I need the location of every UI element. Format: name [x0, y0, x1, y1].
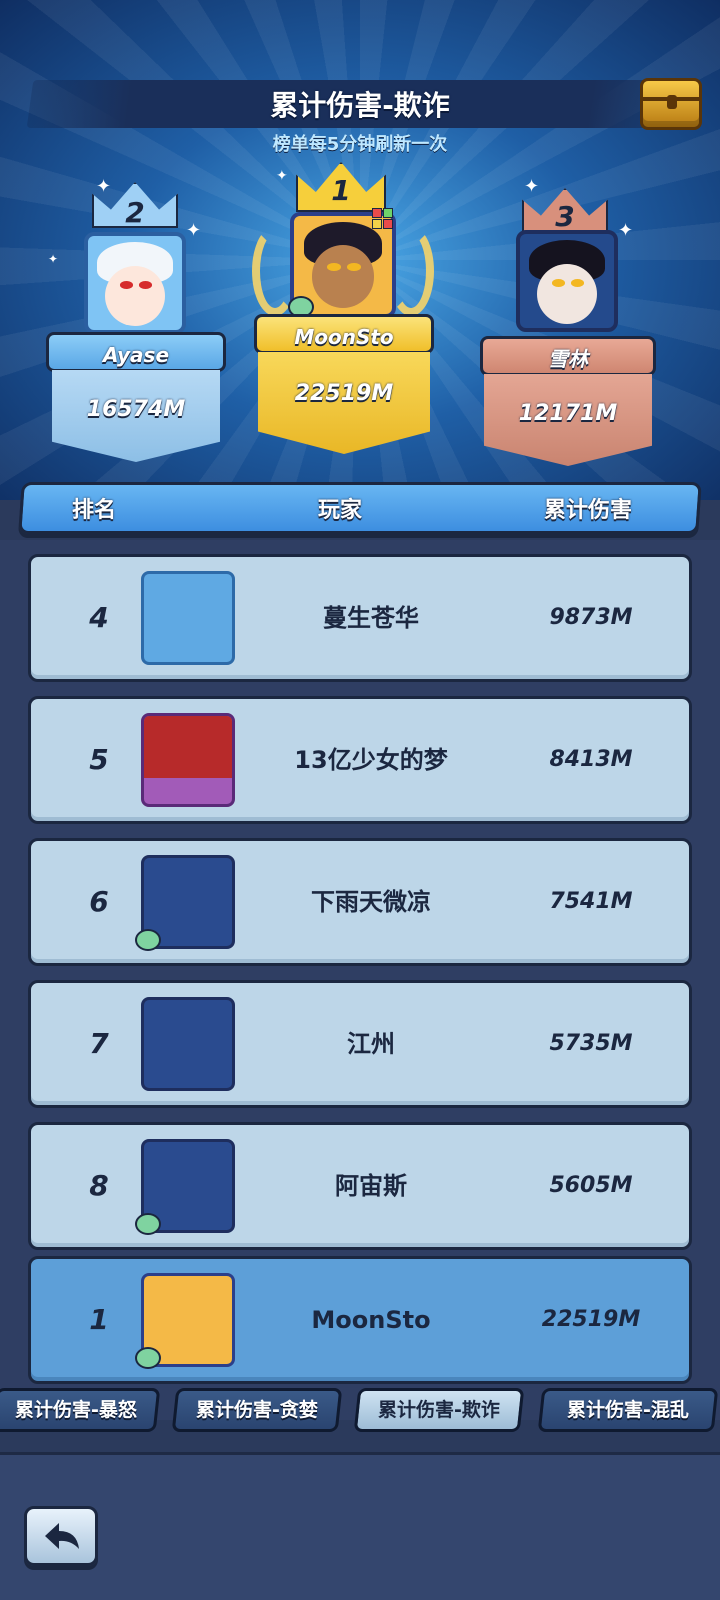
refresh-note: 榜单每5分钟刷新一次 — [272, 134, 448, 155]
ranking-row[interactable]: 6 下雨天微凉 7541M — [28, 838, 692, 966]
player-avatar[interactable] — [141, 997, 235, 1091]
tab-deceit[interactable]: 累计伤害-欺诈 — [353, 1388, 525, 1432]
sparkle-icon: ✦ — [276, 168, 288, 184]
sparkle-icon: ✦ — [96, 176, 112, 197]
row-rank: 5 — [89, 743, 109, 776]
pet-icon — [135, 929, 161, 951]
podium-player-name: MoonSto — [254, 314, 434, 354]
row-player-name: 蔓生苍华 — [323, 604, 419, 632]
podium-player-name: Ayase — [46, 332, 226, 372]
player-avatar[interactable] — [516, 230, 618, 332]
ranking-row[interactable]: 4 蔓生苍华 9873M — [28, 554, 692, 682]
row-player-name: 阿宙斯 — [335, 1172, 407, 1200]
pet-icon — [135, 1347, 161, 1369]
row-rank: 7 — [89, 1027, 109, 1060]
row-player-name: 江州 — [347, 1030, 395, 1058]
row-player-name: MoonSto — [311, 1306, 431, 1334]
pet-icon — [135, 1213, 161, 1235]
row-damage: 8413M — [549, 747, 633, 772]
row-player-name: 下雨天微凉 — [311, 888, 431, 916]
player-avatar[interactable] — [141, 571, 235, 665]
ranking-row[interactable]: 7 江州 5735M — [28, 980, 692, 1108]
row-damage: 5735M — [549, 1031, 633, 1056]
podium-rank-number: 2 — [125, 196, 145, 229]
back-button[interactable] — [24, 1506, 98, 1566]
self-ranking-row[interactable]: 1 MoonSto 22519M — [28, 1256, 692, 1384]
column-header-damage: 累计伤害 — [544, 498, 633, 523]
category-tabs: 累计伤害-暴怒 累计伤害-贪婪 累计伤害-欺诈 累计伤害-混乱 — [0, 1388, 720, 1440]
element-badge-icon — [372, 208, 394, 230]
row-damage: 5605M — [549, 1173, 633, 1198]
ranking-row[interactable]: 8 阿宙斯 5605M — [28, 1122, 692, 1250]
podium-rank-number: 3 — [555, 200, 575, 233]
row-rank: 8 — [89, 1169, 109, 1202]
column-header-player: 玩家 — [318, 498, 363, 523]
row-player-name: 13亿少女的梦 — [294, 746, 448, 774]
back-arrow-icon — [45, 1523, 79, 1549]
tab-greed[interactable]: 累计伤害-贪婪 — [171, 1388, 343, 1432]
treasure-chest-icon[interactable] — [640, 78, 702, 130]
podium-rank-number: 1 — [331, 174, 351, 207]
player-avatar[interactable] — [141, 713, 235, 807]
column-header-rank: 排名 — [72, 498, 117, 523]
podium-player-name: 雪林 — [480, 336, 656, 376]
row-damage: 9873M — [549, 605, 633, 630]
sparkle-icon: ✦ — [524, 176, 540, 197]
sparkle-icon: ✦ — [618, 220, 634, 241]
sparkle-icon: ✦ — [186, 220, 202, 241]
bottom-bar — [0, 1452, 720, 1600]
row-rank: 4 — [89, 601, 109, 634]
tab-chaos[interactable]: 累计伤害-混乱 — [537, 1388, 719, 1432]
tab-rage[interactable]: 累计伤害-暴怒 — [0, 1388, 161, 1432]
row-rank: 6 — [89, 885, 109, 918]
row-damage: 7541M — [549, 889, 633, 914]
player-avatar[interactable] — [84, 232, 186, 334]
row-rank: 1 — [89, 1303, 109, 1336]
ranking-row[interactable]: 5 13亿少女的梦 8413M — [28, 696, 692, 824]
row-damage: 22519M — [541, 1307, 641, 1332]
page-title: 累计伤害-欺诈 — [270, 89, 450, 122]
sparkle-icon: ✦ — [48, 252, 59, 266]
